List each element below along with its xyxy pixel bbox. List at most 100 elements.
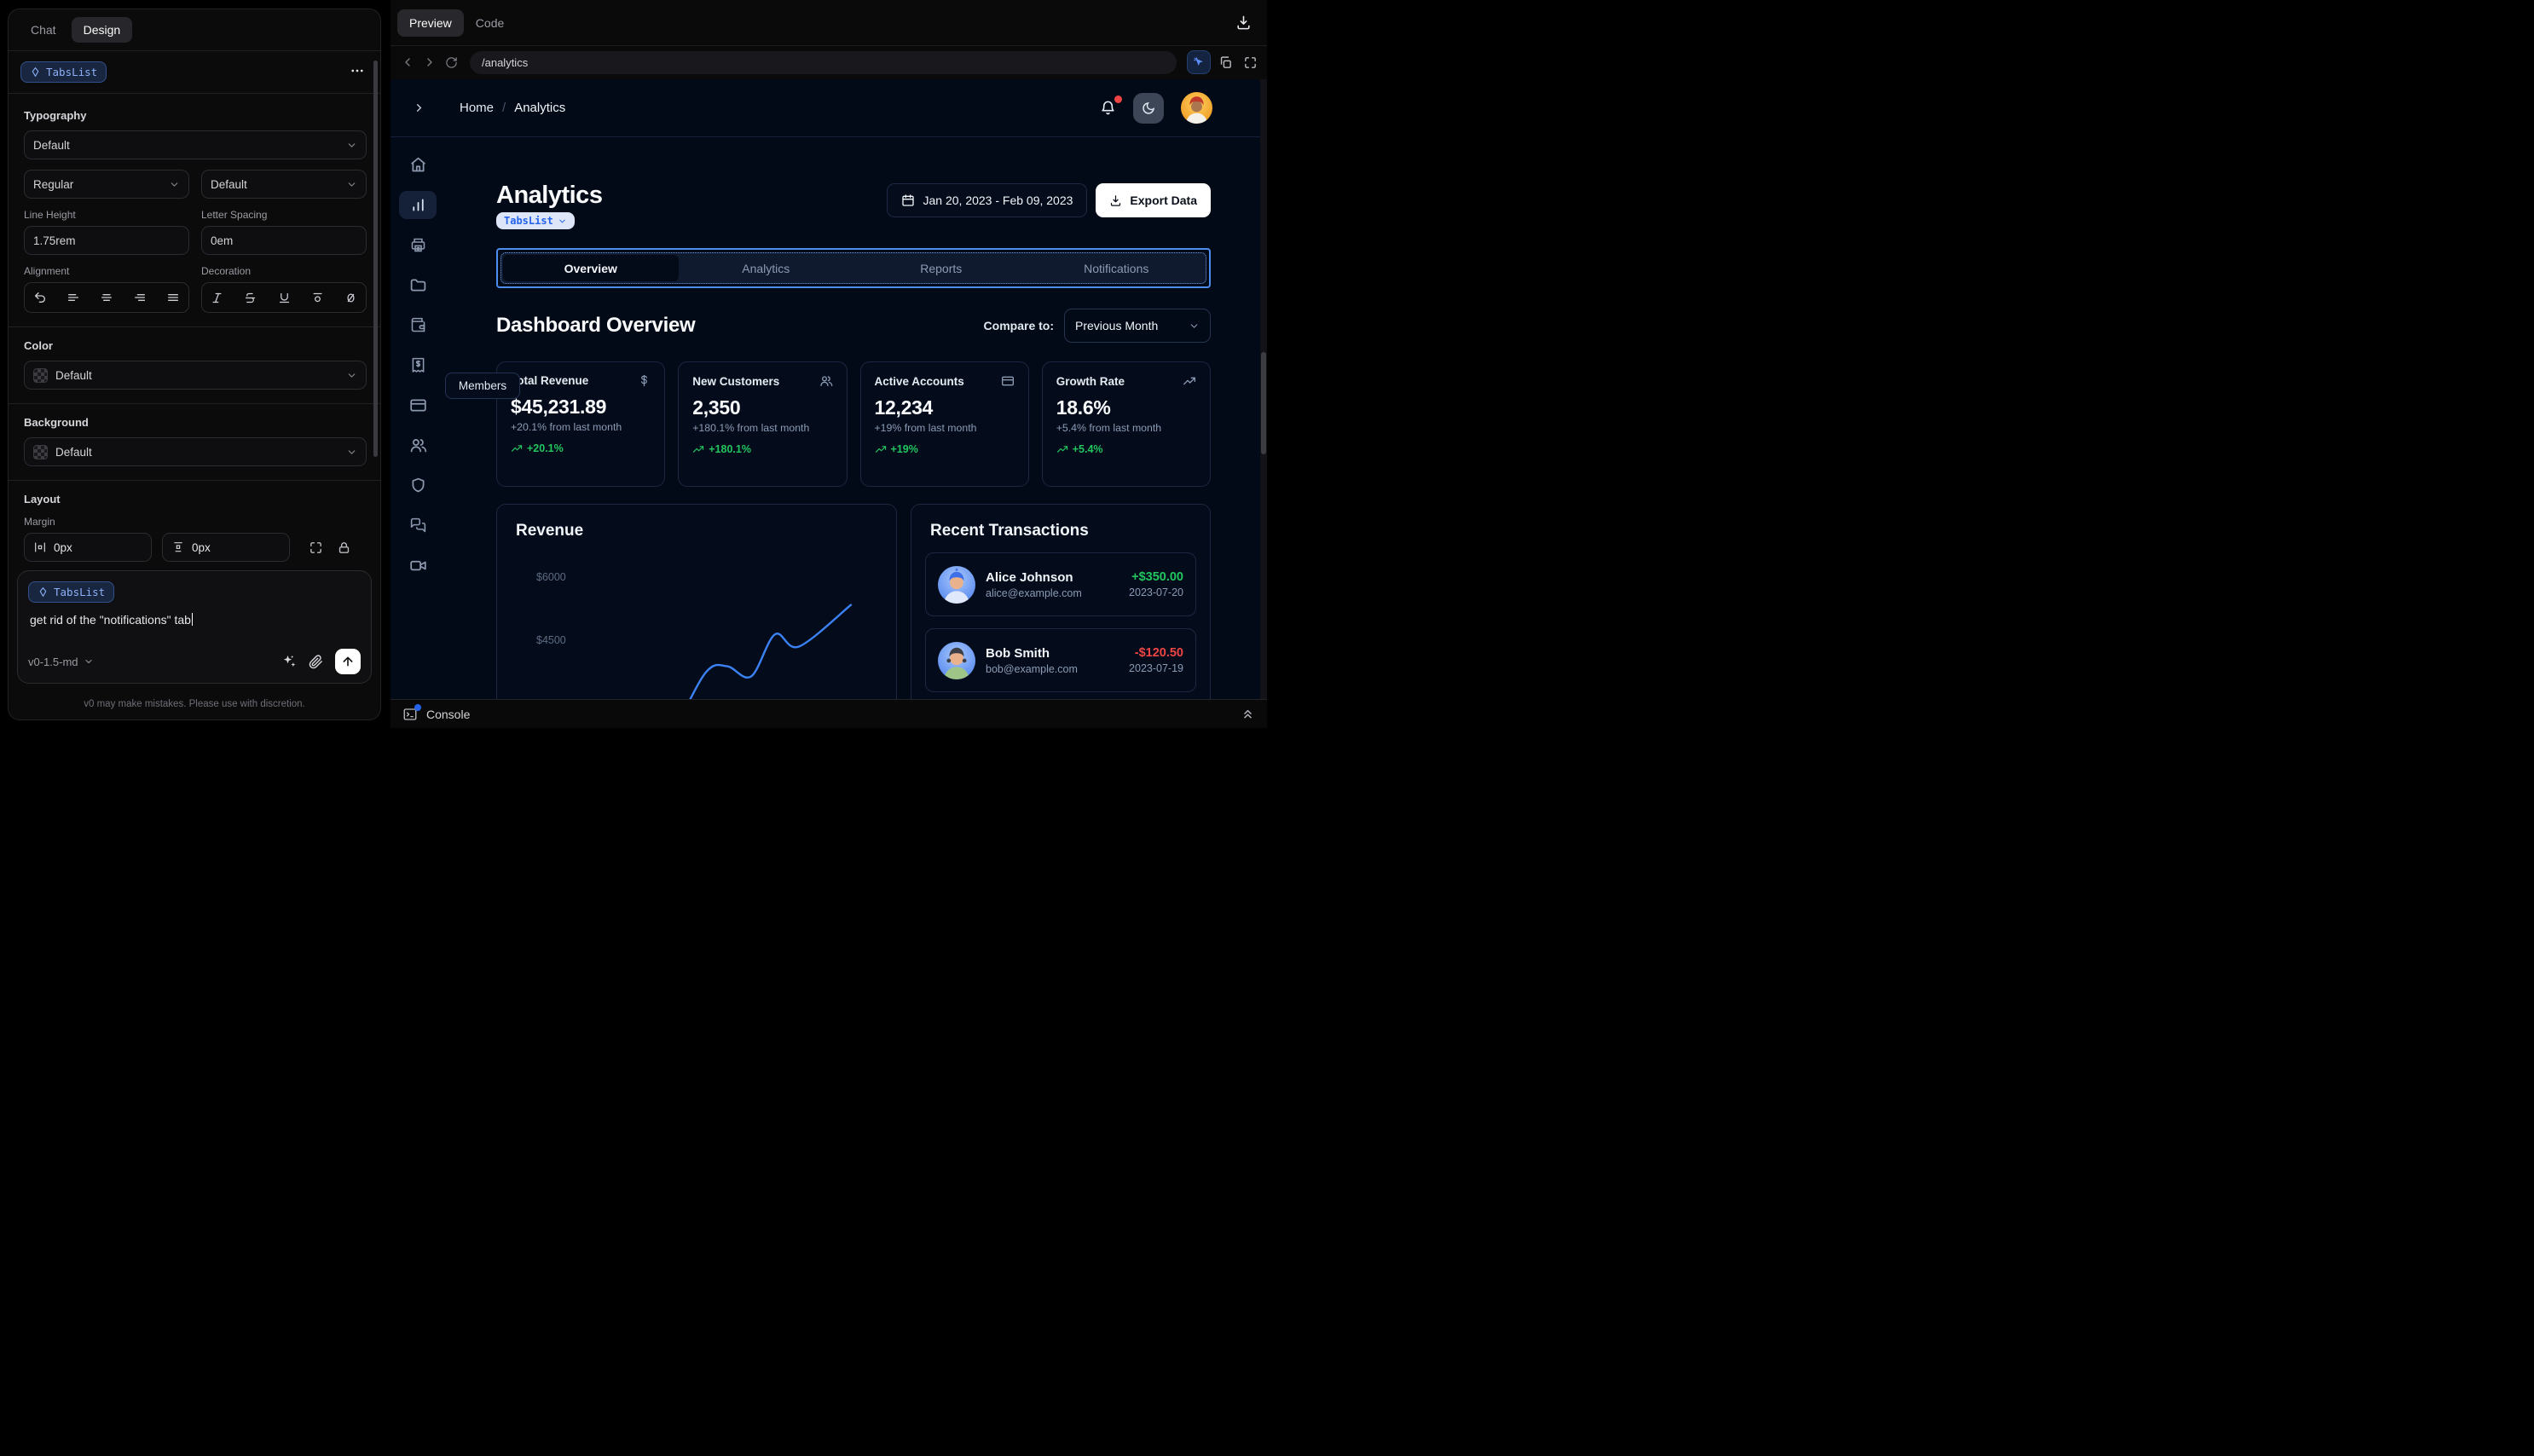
model-select[interactable]: v0-1.5-md	[28, 656, 94, 668]
overline-icon[interactable]	[311, 292, 324, 304]
color-value: Default	[55, 368, 92, 382]
date-range-value: Jan 20, 2023 - Feb 09, 2023	[923, 194, 1073, 207]
app-main: Analytics TabsList Jan 20, 2023 - Feb 09…	[496, 137, 1211, 699]
tab-code[interactable]: Code	[464, 9, 516, 37]
date-range-button[interactable]: Jan 20, 2023 - Feb 09, 2023	[886, 183, 1088, 217]
trending-up-icon	[511, 442, 523, 454]
model-value: v0-1.5-md	[28, 655, 78, 668]
align-left-icon[interactable]	[67, 291, 80, 304]
sidebar-item-video[interactable]	[399, 552, 437, 580]
sidebar-item-home[interactable]	[399, 151, 437, 179]
selected-component-pill[interactable]: TabsList	[496, 212, 575, 229]
margin-x-field[interactable]: 0px	[24, 533, 152, 562]
tab-reports[interactable]: Reports	[853, 255, 1029, 281]
align-justify-icon[interactable]	[166, 291, 180, 304]
font-size-select[interactable]: Default	[201, 170, 367, 199]
sidebar-item-printer[interactable]	[399, 231, 437, 259]
sidebar-item-cards[interactable]	[399, 391, 437, 419]
transaction-row[interactable]: Bob Smith bob@example.com -$120.50 2023-…	[925, 628, 1196, 692]
prompt-input[interactable]: get rid of the "notifications" tab	[30, 613, 359, 627]
sidebar-item-security[interactable]	[399, 471, 437, 500]
panel-scrollbar[interactable]	[373, 61, 378, 457]
inspect-pointer-button[interactable]	[1187, 50, 1211, 74]
export-data-button[interactable]: Export Data	[1096, 183, 1211, 217]
refresh-button[interactable]	[443, 55, 460, 71]
component-chip[interactable]: TabsList	[20, 61, 107, 83]
send-button[interactable]	[335, 649, 361, 674]
sidebar-expand-icon[interactable]	[413, 101, 425, 114]
diamond-icon	[38, 586, 49, 598]
letter-spacing-input[interactable]	[201, 226, 367, 255]
color-select[interactable]: Default	[24, 361, 367, 390]
preview-scrollbar[interactable]	[1260, 79, 1267, 699]
scrollbar-thumb[interactable]	[1261, 351, 1266, 454]
attachment-icon[interactable]	[309, 655, 323, 669]
prompt-chip-label: TabsList	[54, 586, 106, 598]
background-select[interactable]: Default	[24, 437, 367, 466]
revenue-chart-card: Revenue $6000 $4500 $3000	[496, 504, 897, 699]
forward-button[interactable]	[421, 54, 438, 71]
line-height-label: Line Height	[24, 209, 76, 221]
chevron-down-icon	[346, 370, 357, 381]
fullscreen-icon[interactable]	[1241, 53, 1260, 72]
expand-margin-button[interactable]	[307, 539, 325, 557]
tab-analytics[interactable]: Analytics	[679, 255, 854, 281]
panel-tab-bar: Chat Design	[9, 9, 380, 51]
enhance-prompt-icon[interactable]	[281, 654, 297, 669]
console-bar[interactable]: Console	[391, 699, 1267, 728]
sidebar-item-members[interactable]	[399, 431, 437, 459]
reset-alignment-icon[interactable]	[33, 291, 47, 304]
italic-icon[interactable]	[211, 292, 223, 304]
alignment-toolbar	[24, 282, 189, 313]
stat-label: New Customers	[692, 374, 780, 388]
strikethrough-icon[interactable]	[244, 292, 257, 304]
url-text: /analytics	[482, 55, 529, 69]
transaction-row[interactable]: Alice Johnson alice@example.com +$350.00…	[925, 552, 1196, 616]
underline-icon[interactable]	[278, 292, 291, 304]
app-header: Home / Analytics	[391, 79, 1260, 137]
no-decoration-icon[interactable]	[344, 292, 357, 304]
chevrons-up-icon[interactable]	[1241, 707, 1255, 721]
layout-heading: Layout	[24, 493, 61, 506]
lock-margin-button[interactable]	[335, 539, 353, 557]
line-height-input[interactable]	[24, 226, 189, 255]
avatar	[938, 641, 975, 679]
download-icon[interactable]	[1235, 14, 1252, 31]
theme-toggle-button[interactable]	[1133, 92, 1164, 124]
tab-overview[interactable]: Overview	[503, 255, 679, 281]
tab-notifications[interactable]: Notifications	[1029, 255, 1205, 281]
breadcrumb-home[interactable]: Home	[460, 101, 494, 115]
align-right-icon[interactable]	[133, 291, 147, 304]
stat-label: Active Accounts	[874, 374, 964, 388]
more-options-button[interactable]	[346, 60, 368, 84]
typography-heading: Typography	[24, 109, 87, 122]
font-weight-select[interactable]: Regular	[24, 170, 189, 199]
user-avatar[interactable]	[1181, 92, 1212, 124]
notifications-bell-icon[interactable]	[1100, 95, 1122, 116]
url-bar[interactable]: /analytics	[470, 50, 1177, 74]
page-title: Analytics	[496, 182, 603, 209]
stat-value: 2,350	[692, 396, 741, 419]
compare-select[interactable]: Previous Month	[1064, 309, 1211, 343]
sidebar-item-analytics[interactable]	[399, 191, 437, 219]
stat-value: 12,234	[874, 396, 934, 419]
margin-y-field[interactable]: 0px	[162, 533, 290, 562]
prompt-component-chip[interactable]: TabsList	[28, 581, 115, 603]
stat-value: 18.6%	[1056, 396, 1111, 419]
sidebar-item-files[interactable]	[399, 271, 437, 299]
sidebar-item-receipts[interactable]	[399, 351, 437, 379]
tab-design[interactable]: Design	[71, 17, 133, 43]
background-heading: Background	[24, 416, 89, 429]
tab-chat[interactable]: Chat	[19, 17, 68, 43]
copy-icon[interactable]	[1216, 53, 1235, 72]
back-button[interactable]	[399, 54, 416, 71]
align-center-icon[interactable]	[100, 291, 113, 304]
tab-preview[interactable]: Preview	[397, 9, 464, 37]
font-family-select[interactable]: Default	[24, 130, 367, 159]
stat-card-new-customers: New Customers 2,350 +180.1% from last mo…	[678, 361, 848, 487]
transaction-name: Bob Smith	[986, 645, 1050, 661]
sidebar-item-messages[interactable]	[399, 511, 437, 540]
stat-subtext: +20.1% from last month	[511, 421, 622, 433]
decoration-toolbar	[201, 282, 367, 313]
sidebar-item-wallet[interactable]	[399, 311, 437, 339]
